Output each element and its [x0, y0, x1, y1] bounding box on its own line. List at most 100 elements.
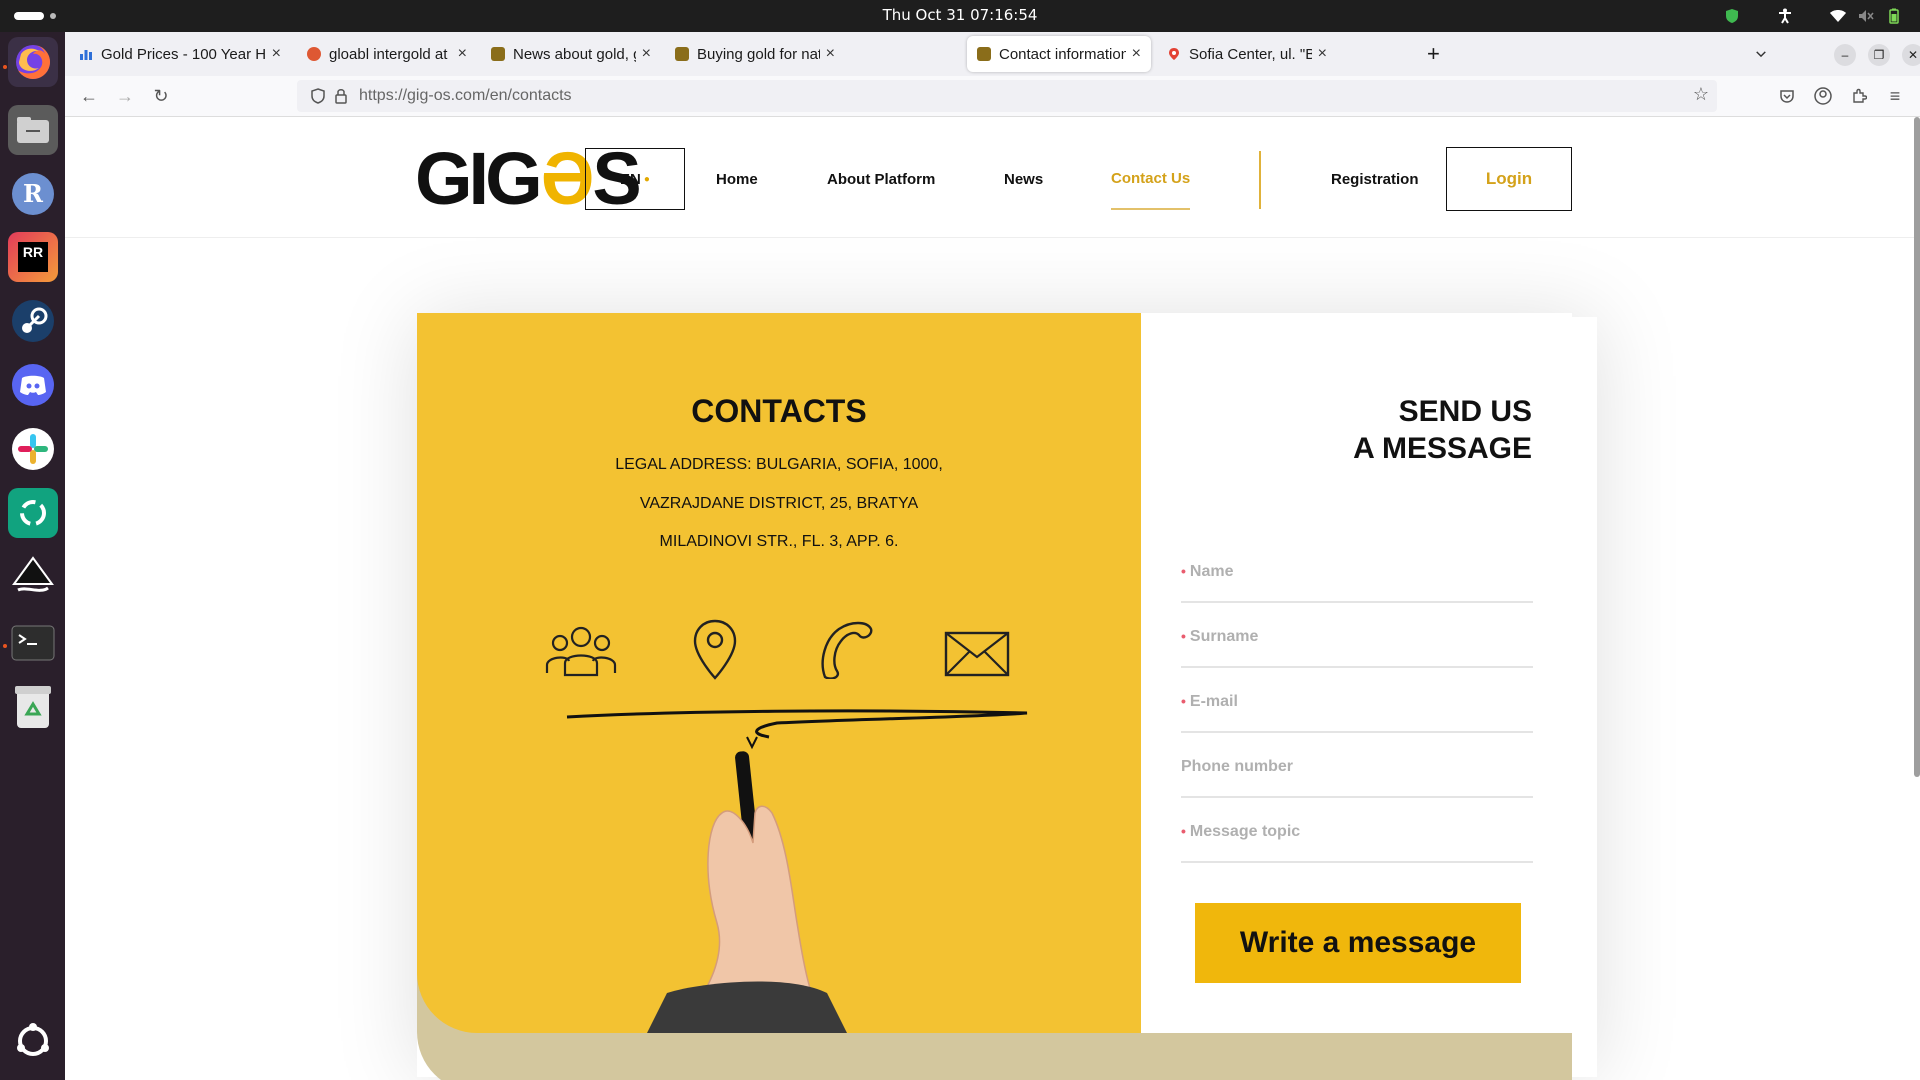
address-bar[interactable]: https://gig-os.com/en/contacts ☆	[297, 80, 1717, 112]
tab-title: Contact information | GIG	[999, 45, 1126, 63]
application-dock: R RR	[0, 32, 66, 1080]
pocket-icon[interactable]	[1775, 84, 1799, 108]
envelope-icon	[944, 631, 1010, 677]
browser-tab[interactable]: News about gold, gold rat ×	[481, 36, 661, 72]
dropdown-dot-icon: ●	[643, 173, 650, 185]
email-field[interactable]: • E-mail	[1181, 671, 1533, 733]
battery-icon[interactable]	[1884, 6, 1904, 26]
site-header: GIG Ə S EN ● Home About Platform News Conta…	[65, 117, 1920, 238]
shield-tray-icon[interactable]	[1722, 6, 1742, 26]
nav-home[interactable]: Home	[716, 148, 758, 210]
page-scrollbar[interactable]	[1914, 117, 1920, 777]
phone-icon	[821, 621, 873, 679]
address-line: MILADINOVI STR., FL. 3, APP. 6.	[659, 533, 899, 550]
trash-icon[interactable]	[8, 682, 58, 732]
form-title-line: A MESSAGE	[1353, 432, 1532, 465]
tracking-shield-icon[interactable]	[311, 88, 325, 104]
contacts-panel: CONTACTS LEGAL ADDRESS: BULGARIA, SOFIA,…	[417, 313, 1141, 1033]
surname-placeholder: Surname	[1189, 628, 1259, 645]
address-line: LEGAL ADDRESS: BULGARIA, SOFIA, 1000,	[615, 456, 943, 473]
duckduckgo-favicon-icon	[307, 47, 321, 61]
address-line: VAZRAJDANE DISTRICT, 25, BRATYA	[639, 495, 919, 512]
browser-tab[interactable]: gloabl intergold at DuckD ×	[297, 36, 477, 72]
r-language-icon[interactable]: R	[8, 169, 58, 219]
surname-field[interactable]: • Surname	[1181, 606, 1533, 668]
files-icon[interactable]	[8, 105, 58, 155]
lock-icon[interactable]	[335, 88, 347, 104]
show-apps-icon[interactable]	[8, 1016, 58, 1066]
system-top-bar: Thu Oct 31 07:16:54	[0, 0, 1920, 32]
account-icon[interactable]	[1811, 84, 1835, 108]
bar-chart-favicon-icon	[80, 50, 92, 60]
required-marker: •	[1181, 563, 1186, 579]
minimize-window-button[interactable]: –	[1834, 44, 1856, 66]
browser-tab-active[interactable]: Contact information | GIG ×	[967, 36, 1151, 72]
running-indicator	[3, 644, 7, 648]
hamburger-menu-icon[interactable]: ≡	[1883, 84, 1907, 108]
email-placeholder: E-mail	[1189, 693, 1238, 710]
close-tab-icon[interactable]: ×	[1132, 45, 1141, 63]
url-text[interactable]: https://gig-os.com/en/contacts	[359, 80, 572, 112]
running-indicator	[3, 65, 7, 69]
maps-pin-favicon-icon	[1169, 48, 1179, 60]
steam-icon[interactable]	[8, 296, 58, 346]
close-tab-icon[interactable]: ×	[272, 45, 281, 63]
nav-registration[interactable]: Registration	[1331, 148, 1419, 210]
browser-tab-bar: Gold Prices - 100 Year His × gloabl inte…	[65, 32, 1920, 76]
restore-window-button[interactable]: ❐	[1868, 44, 1890, 66]
rustrover-icon[interactable]: RR	[8, 232, 58, 282]
chatgpt-icon[interactable]	[8, 488, 58, 538]
gig-favicon-icon	[977, 47, 991, 61]
message-topic-field[interactable]: • Message topic	[1181, 801, 1533, 863]
phone-placeholder: Phone number	[1181, 758, 1294, 775]
tab-title: Sofia Center, ul. "Bratya M	[1189, 45, 1312, 63]
form-title-line: SEND US	[1398, 395, 1532, 428]
nav-contact-us[interactable]: Contact Us	[1111, 148, 1191, 210]
phone-field[interactable]: Phone number	[1181, 736, 1533, 798]
message-form-panel: SEND US A MESSAGE • Name • Surname • E-mail…	[1141, 313, 1572, 1033]
forward-arrow-icon[interactable]: →	[113, 84, 137, 108]
required-marker: •	[1181, 823, 1186, 839]
bookmark-star-icon[interactable]: ☆	[1693, 84, 1709, 105]
people-icon	[545, 626, 617, 677]
gig-favicon-icon	[491, 47, 505, 61]
language-selector[interactable]: EN ●	[585, 148, 685, 210]
back-arrow-icon[interactable]: ←	[77, 84, 101, 108]
name-field[interactable]: • Name	[1181, 541, 1533, 603]
nav-divider	[1259, 151, 1261, 209]
accessibility-icon[interactable]	[1775, 6, 1795, 26]
name-placeholder: Name	[1189, 563, 1234, 580]
close-tab-icon[interactable]: ×	[458, 45, 467, 63]
slack-icon[interactable]	[8, 424, 58, 474]
contacts-title: CONTACTS	[691, 393, 867, 429]
browser-tab[interactable]: Gold Prices - 100 Year His ×	[69, 36, 291, 72]
close-tab-icon[interactable]: ×	[1318, 45, 1327, 63]
nav-about-platform[interactable]: About Platform	[827, 148, 935, 210]
volume-muted-icon[interactable]	[1856, 6, 1876, 26]
firefox-icon[interactable]	[8, 37, 58, 87]
discord-icon[interactable]	[8, 360, 58, 410]
svg-text:R: R	[23, 179, 44, 208]
new-tab-button[interactable]: +	[1417, 36, 1447, 72]
location-pin-icon	[693, 619, 737, 680]
close-tab-icon[interactable]: ×	[642, 45, 651, 63]
wifi-icon[interactable]	[1828, 6, 1848, 26]
logo-accent: Ə	[540, 136, 595, 220]
web-page: GIG Ə S EN ● Home About Platform News Conta…	[65, 117, 1920, 1080]
write-message-button[interactable]: Write a message	[1195, 903, 1521, 983]
login-button[interactable]: Login	[1446, 147, 1572, 211]
browser-tab[interactable]: Sofia Center, ul. "Bratya M ×	[1157, 36, 1337, 72]
language-label: EN	[620, 170, 641, 188]
terminal-icon[interactable]	[8, 618, 58, 668]
close-tab-icon[interactable]: ×	[826, 45, 835, 63]
nav-news[interactable]: News	[1004, 148, 1043, 210]
system-clock[interactable]: Thu Oct 31 07:16:54	[0, 0, 1920, 30]
tab-title: News about gold, gold rat	[513, 45, 636, 63]
extensions-icon[interactable]	[1847, 84, 1871, 108]
inkscape-icon[interactable]	[8, 552, 58, 602]
reload-icon[interactable]: ↻	[149, 84, 173, 108]
close-window-button[interactable]: ✕	[1902, 44, 1920, 66]
topic-placeholder: Message topic	[1189, 823, 1301, 840]
browser-tab[interactable]: Buying gold for natural pe ×	[665, 36, 845, 72]
tab-list-chevron-icon[interactable]	[1746, 36, 1776, 72]
